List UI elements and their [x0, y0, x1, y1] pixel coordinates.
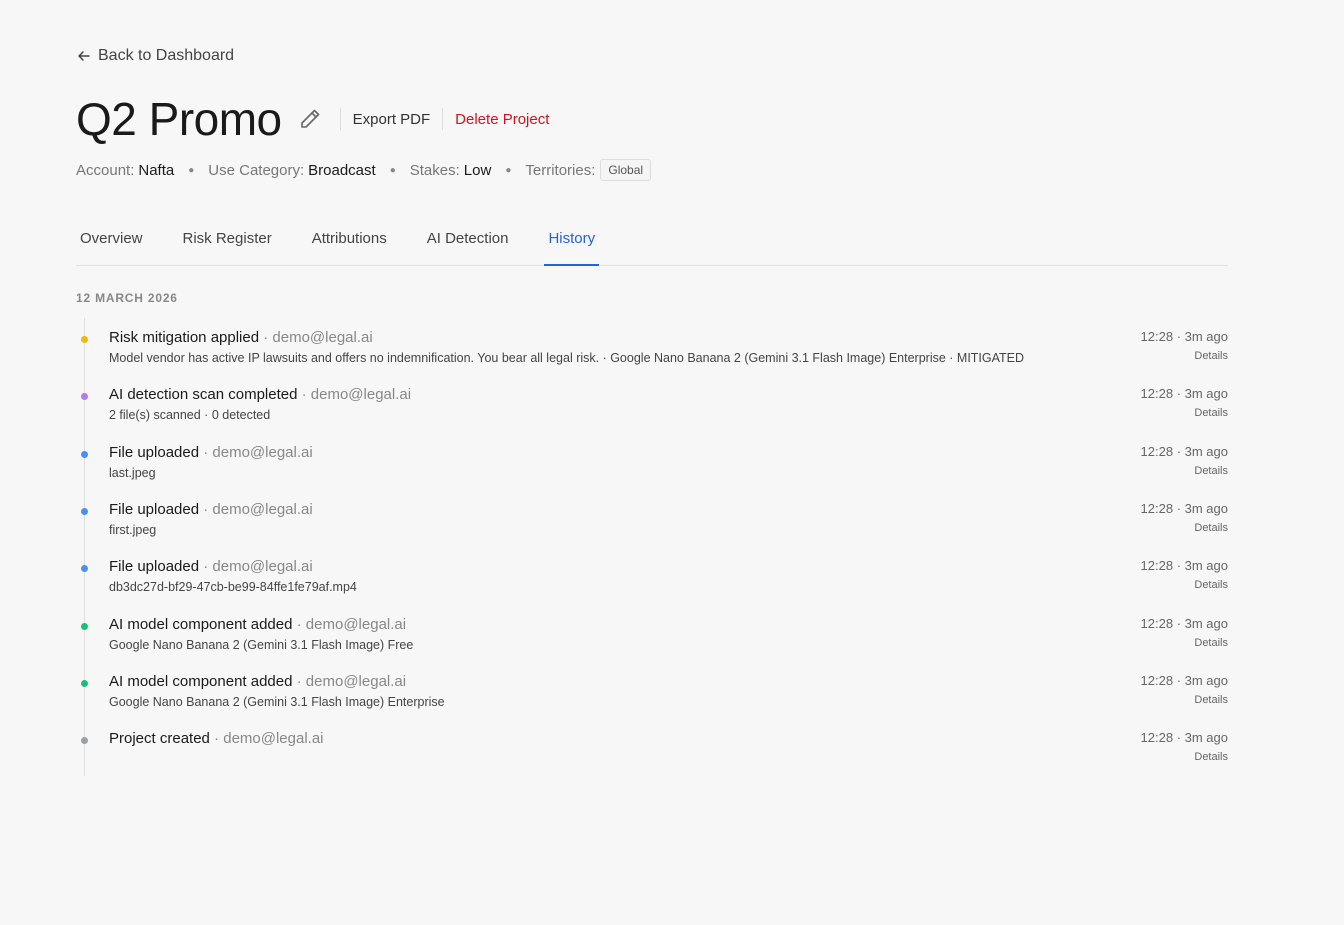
event-user: · demo@legal.ai — [199, 558, 313, 576]
stakes-value: Low — [463, 161, 492, 179]
event-details-link[interactable]: Details — [1194, 465, 1228, 477]
event-title-line: File uploaded · demo@legal.ai — [109, 444, 313, 461]
tab-ai-detection[interactable]: AI Detection — [423, 220, 513, 266]
event-title-line: File uploaded · demo@legal.ai — [109, 558, 313, 575]
history-date-header: 12 MARCH 2026 — [76, 291, 178, 305]
meta-separator: ● — [188, 164, 195, 176]
history-event: AI model component added · demo@legal.ai… — [76, 662, 1228, 718]
project-meta: Account: Nafta ● Use Category: Broadcast… — [76, 159, 652, 181]
event-description: last.jpeg — [109, 465, 156, 480]
back-label: Back to Dashboard — [98, 47, 235, 64]
event-user: · demo@legal.ai — [209, 730, 324, 748]
event-status-dot — [81, 507, 88, 515]
delete-project-button[interactable]: Delete Project — [455, 111, 549, 128]
event-description: db3dc27d-bf29-47cb-be99-84ffe1fe79af.mp4 — [109, 580, 357, 595]
history-event: File uploaded · demo@legal.ai db3dc27d-bf… — [76, 547, 1228, 603]
event-title: AI model component added — [109, 615, 293, 633]
meta-separator: ● — [389, 164, 396, 176]
event-description: Google Nano Banana 2 (Gemini 3.1 Flash I… — [109, 694, 445, 709]
tab-risk-register[interactable]: Risk Register — [179, 220, 276, 266]
history-event: File uploaded · demo@legal.ai first.jpeg 1… — [76, 490, 1228, 546]
tab-attributions[interactable]: Attributions — [308, 220, 391, 266]
use-category-label: Use Category: — [208, 161, 305, 179]
event-title-line: File uploaded · demo@legal.ai — [109, 501, 313, 518]
history-event: Project created · demo@legal.ai 12:28 · 3… — [76, 719, 1228, 775]
event-title: File uploaded — [109, 558, 200, 576]
tab-overview[interactable]: Overview — [76, 220, 147, 266]
divider — [442, 108, 444, 130]
event-title: Project created — [109, 730, 210, 748]
back-to-dashboard-link[interactable]: Back to Dashboard — [76, 47, 234, 65]
event-details-link[interactable]: Details — [1194, 579, 1228, 591]
event-details-link[interactable]: Details — [1194, 350, 1228, 362]
event-status-dot — [81, 679, 88, 687]
event-user: · demo@legal.ai — [292, 672, 407, 690]
event-details-link[interactable]: Details — [1194, 407, 1228, 419]
arrow-left-icon — [78, 51, 90, 61]
history-event: File uploaded · demo@legal.ai last.jpeg 12… — [76, 433, 1228, 489]
export-pdf-button[interactable]: Export PDF — [353, 111, 431, 128]
meta-separator: ● — [505, 164, 512, 176]
event-details-link[interactable]: Details — [1194, 694, 1228, 706]
history-event: AI detection scan completed · demo@legal… — [76, 375, 1228, 431]
event-timestamp: 12:28 · 3m ago — [1140, 558, 1228, 574]
event-description: Google Nano Banana 2 (Gemini 3.1 Flash I… — [109, 637, 414, 652]
history-event: Risk mitigation applied · demo@legal.ai M… — [76, 318, 1228, 374]
event-user: · demo@legal.ai — [199, 500, 313, 518]
account-label: Account: — [76, 161, 135, 179]
event-timestamp: 12:28 · 3m ago — [1140, 386, 1228, 402]
event-title: File uploaded — [109, 500, 200, 518]
event-timestamp: 12:28 · 3m ago — [1140, 443, 1228, 459]
event-description: 2 file(s) scanned · 0 detected — [109, 408, 271, 423]
event-status-dot — [81, 565, 88, 573]
event-timestamp: 12:28 · 3m ago — [1140, 615, 1228, 631]
event-title-line: AI model component added · demo@legal.ai — [109, 673, 406, 690]
event-user: · demo@legal.ai — [259, 329, 373, 346]
account-value: Nafta — [138, 161, 175, 179]
event-details-link[interactable]: Details — [1194, 522, 1228, 534]
event-description: Model vendor has active IP lawsuits and … — [109, 351, 1025, 365]
event-status-dot — [81, 393, 88, 401]
page-title: Q2 Promo — [76, 93, 282, 145]
event-status-dot — [81, 737, 88, 745]
event-timestamp: 12:28 · 3m ago — [1140, 500, 1228, 516]
event-title-line: Risk mitigation applied · demo@legal.ai — [109, 329, 373, 346]
event-description: first.jpeg — [109, 522, 157, 537]
divider — [339, 108, 341, 130]
event-user: · demo@legal.ai — [297, 386, 412, 404]
stakes-label: Stakes: — [409, 161, 460, 179]
event-user: · demo@legal.ai — [199, 443, 313, 461]
event-status-dot — [81, 450, 88, 458]
event-title-line: AI detection scan completed · demo@legal… — [109, 386, 411, 403]
use-category-value: Broadcast — [308, 161, 376, 179]
territory-chip: Global — [600, 159, 652, 181]
tab-bar: Overview Risk Register Attributions AI Dete… — [76, 220, 1228, 266]
event-title: Risk mitigation applied — [109, 329, 260, 346]
event-title: AI detection scan completed — [109, 386, 298, 404]
event-details-link[interactable]: Details — [1194, 751, 1228, 763]
event-status-dot — [81, 336, 88, 343]
event-details-link[interactable]: Details — [1194, 637, 1228, 649]
event-timestamp: 12:28 · 3m ago — [1140, 329, 1228, 344]
title-row: Q2 Promo Export PDF Delete Project — [76, 88, 549, 150]
event-title: AI model component added — [109, 672, 293, 690]
pencil-icon[interactable] — [298, 107, 322, 131]
event-user: · demo@legal.ai — [292, 615, 407, 633]
tab-history[interactable]: History — [544, 220, 600, 266]
event-timestamp: 12:28 · 3m ago — [1140, 672, 1228, 688]
event-title-line: Project created · demo@legal.ai — [109, 730, 324, 747]
event-timestamp: 12:28 · 3m ago — [1140, 730, 1228, 746]
event-status-dot — [81, 622, 88, 630]
territories-label: Territories: — [525, 161, 596, 179]
event-title-line: AI model component added · demo@legal.ai — [109, 616, 406, 633]
event-title: File uploaded — [109, 443, 200, 461]
history-event: AI model component added · demo@legal.ai… — [76, 605, 1228, 661]
